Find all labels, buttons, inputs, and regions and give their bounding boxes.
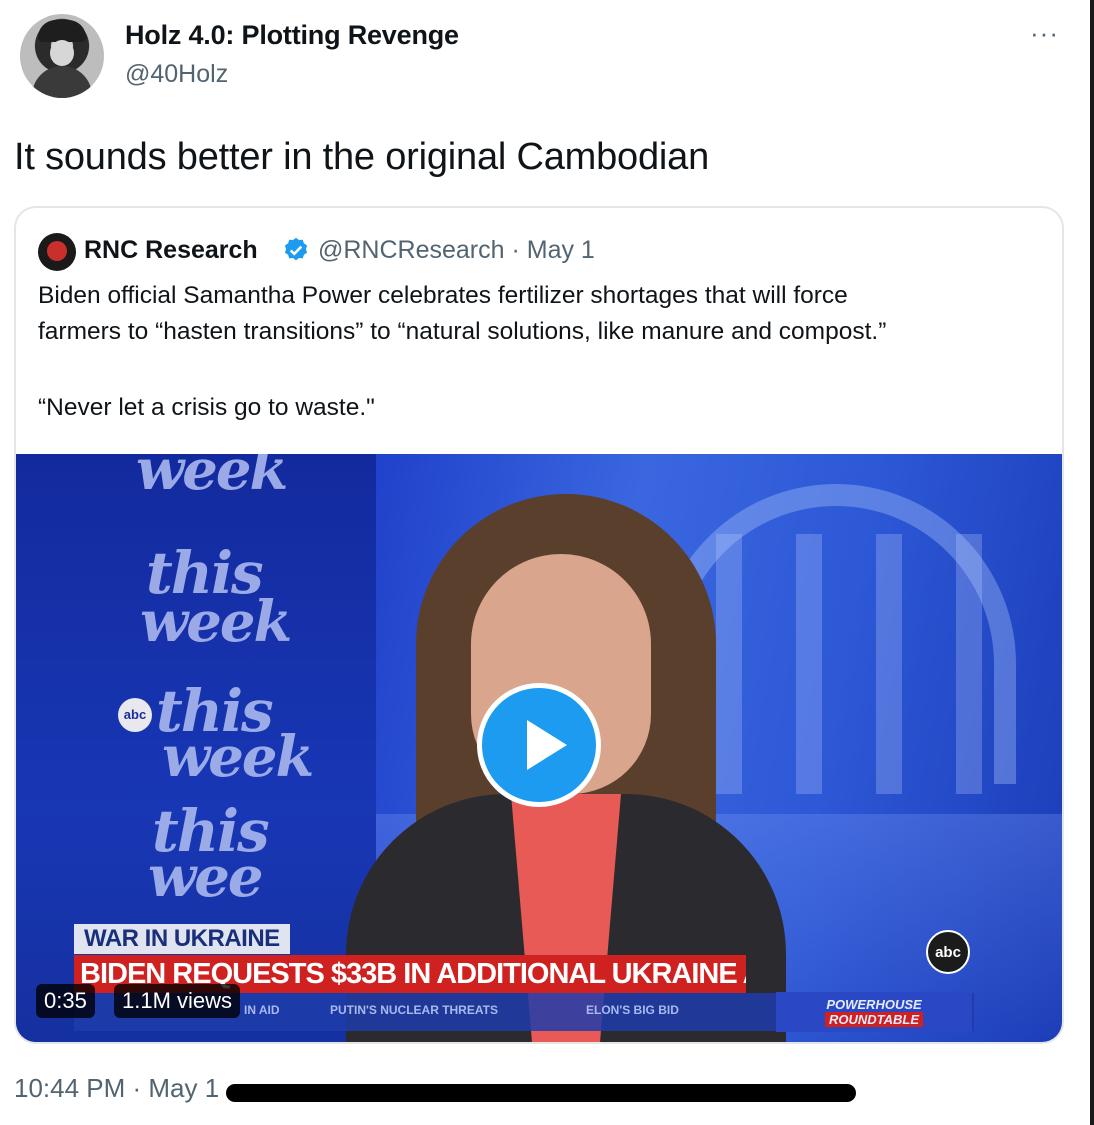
- watermark-text: week: [162, 724, 314, 790]
- quoted-text-line: farmers to “hasten transitions” to “natu…: [38, 318, 887, 345]
- quoted-author-avatar[interactable]: [38, 233, 76, 271]
- watermark-text: week: [136, 454, 288, 503]
- ticker-item: ELON'S BIG BID: [586, 1003, 679, 1017]
- author-handle[interactable]: @40Holz: [125, 60, 228, 89]
- ticker-item: IN AID: [244, 1003, 280, 1017]
- abc-watermark-logo: abc: [118, 698, 152, 732]
- tweet-timestamp[interactable]: 10:44 PM · May 1: [14, 1073, 219, 1104]
- right-edge-rule: [1090, 0, 1094, 1125]
- watermark-text: wee: [148, 844, 263, 910]
- quoted-tweet-card[interactable]: RNC Research @RNCResearch · May 1 Biden …: [14, 206, 1064, 1044]
- powerhouse-roundtable-label: POWERHOUSE ROUNDTABLE: [776, 992, 972, 1032]
- redaction-bar: [226, 1084, 856, 1102]
- quoted-handle-date: @RNCResearch · May 1: [318, 236, 595, 264]
- video-player[interactable]: week this week abc this week this wee WA…: [16, 454, 1062, 1042]
- war-in-ukraine-tag: WAR IN UKRAINE: [74, 924, 290, 954]
- verified-badge-icon: [284, 237, 308, 261]
- ticker-item: PUTIN'S NUCLEAR THREATS: [330, 1003, 498, 1017]
- powerhouse-line: POWERHOUSE: [826, 997, 922, 1012]
- video-views-badge: 1.1M views: [114, 984, 241, 1018]
- author-avatar[interactable]: [20, 14, 104, 98]
- tweet-text: It sounds better in the original Cambodi…: [14, 136, 710, 178]
- roundtable-line: ROUNDTABLE: [824, 1012, 924, 1027]
- watermark-text: week: [140, 589, 292, 655]
- more-options-icon[interactable]: ···: [1030, 18, 1059, 49]
- author-name[interactable]: Holz 4.0: Plotting Revenge: [125, 20, 459, 51]
- play-icon[interactable]: [477, 683, 601, 807]
- video-duration-badge: 0:35: [36, 984, 95, 1018]
- abc-channel-logo: abc: [926, 930, 970, 974]
- quoted-text-line: Biden official Samantha Power celebrates…: [38, 282, 848, 309]
- quoted-text-quote: “Never let a crisis go to waste.": [38, 394, 375, 421]
- quoted-author-name[interactable]: RNC Research: [84, 236, 258, 265]
